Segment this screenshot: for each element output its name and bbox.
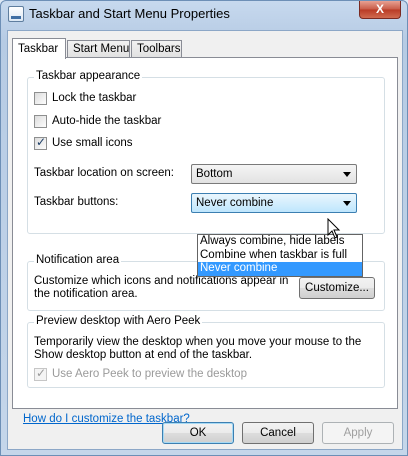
notification-area-legend: Notification area xyxy=(34,254,122,266)
tab-toolbars[interactable]: Toolbars xyxy=(131,40,182,58)
taskbar-buttons-value: Never combine xyxy=(196,197,274,209)
apply-button[interactable]: Apply xyxy=(322,422,394,444)
title-bar[interactable]: Taskbar and Start Menu Properties X xyxy=(1,1,407,29)
taskbar-app-icon xyxy=(8,6,24,22)
location-label: Taskbar location on screen: xyxy=(34,167,174,179)
customize-button[interactable]: Customize... xyxy=(299,277,375,299)
small-icons-box[interactable] xyxy=(34,135,47,150)
taskbar-buttons-options-list: Always combine, hide labels Combine when… xyxy=(197,234,363,277)
taskbar-appearance-group: Taskbar appearance Lock the taskbar Auto… xyxy=(27,70,385,234)
tab-taskbar[interactable]: Taskbar xyxy=(12,38,66,59)
chevron-down-icon xyxy=(343,201,351,206)
lock-taskbar-box[interactable] xyxy=(34,92,47,105)
option-combine-when-full[interactable]: Combine when taskbar is full xyxy=(198,249,362,263)
auto-hide-box[interactable] xyxy=(34,115,47,128)
aero-peek-label: Use Aero Peek to preview the desktop xyxy=(52,368,247,380)
aero-peek-box[interactable] xyxy=(34,366,47,381)
aero-peek-group: Preview desktop with Aero Peek Temporari… xyxy=(27,315,385,388)
properties-window: Taskbar and Start Menu Properties X Task… xyxy=(0,0,408,456)
cancel-button[interactable]: Cancel xyxy=(242,422,314,444)
taskbar-buttons-label: Taskbar buttons: xyxy=(34,196,119,208)
taskbar-location-value: Bottom xyxy=(196,168,233,180)
tab-start-menu[interactable]: Start Menu xyxy=(67,40,130,58)
mouse-cursor-icon xyxy=(327,218,341,239)
taskbar-location-dropdown[interactable]: Bottom xyxy=(191,164,357,184)
aero-peek-legend: Preview desktop with Aero Peek xyxy=(34,315,203,327)
taskbar-tab-panel: Taskbar appearance Lock the taskbar Auto… xyxy=(12,57,398,425)
window-title: Taskbar and Start Menu Properties xyxy=(29,6,230,21)
lock-taskbar-label: Lock the taskbar xyxy=(52,92,137,104)
taskbar-buttons-dropdown[interactable]: Never combine xyxy=(191,193,357,213)
chevron-down-icon xyxy=(343,172,351,177)
aero-peek-description: Temporarily view the desktop when you mo… xyxy=(34,336,362,361)
taskbar-appearance-legend: Taskbar appearance xyxy=(34,70,143,82)
small-icons-label: Use small icons xyxy=(52,137,133,149)
option-never-combine[interactable]: Never combine xyxy=(198,262,362,276)
ok-button[interactable]: OK xyxy=(162,422,234,444)
notification-description: Customize which icons and notifications … xyxy=(34,275,289,300)
dialog-client: Taskbar Start Menu Toolbars Taskbar appe… xyxy=(7,30,403,450)
close-button[interactable]: X xyxy=(359,1,401,19)
auto-hide-label: Auto-hide the taskbar xyxy=(52,115,162,127)
